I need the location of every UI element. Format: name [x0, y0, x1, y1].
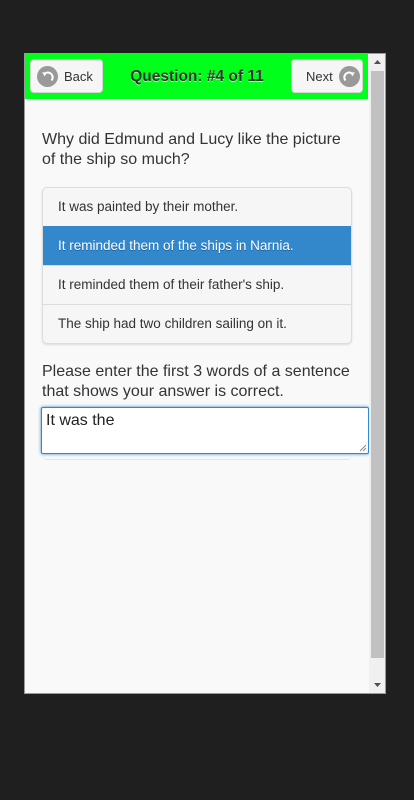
back-button-label: Back	[64, 68, 93, 84]
scrollbar-thumb[interactable]	[371, 71, 384, 658]
question-text: Why did Edmund and Lucy like the picture…	[42, 131, 341, 168]
next-arrow-icon	[338, 65, 360, 87]
scroll-up-arrow-icon[interactable]	[369, 54, 385, 70]
vertical-scrollbar[interactable]	[369, 54, 385, 693]
scroll-down-arrow-icon[interactable]	[369, 677, 385, 693]
choice-4[interactable]: The ship had two children sailing on it.	[43, 304, 351, 343]
choice-2-selected[interactable]: It reminded them of the ships in Narnia.	[43, 226, 351, 265]
back-arrow-icon	[37, 65, 58, 87]
field-container-edge	[42, 455, 352, 460]
evidence-prompt: Please enter the first 3 words of a sent…	[42, 363, 350, 400]
evidence-answer-textarea[interactable]	[41, 407, 369, 454]
answer-choice-list: It was painted by their mother. It remin…	[42, 187, 352, 344]
app-screen: Back Question: #4 of 11 Next Why did Edm…	[24, 53, 386, 694]
page-title: Question: #4 of 11	[130, 68, 264, 85]
choice-1[interactable]: It was painted by their mother.	[43, 188, 351, 226]
back-button[interactable]: Back	[30, 59, 103, 93]
next-button[interactable]: Next	[291, 59, 363, 93]
header-bar: Back Question: #4 of 11 Next	[25, 54, 368, 99]
device-frame: Back Question: #4 of 11 Next Why did Edm…	[0, 0, 414, 800]
next-button-label: Next	[306, 68, 333, 84]
resize-grip-icon[interactable]	[359, 444, 367, 452]
choice-3[interactable]: It reminded them of their father's ship.	[43, 265, 351, 304]
